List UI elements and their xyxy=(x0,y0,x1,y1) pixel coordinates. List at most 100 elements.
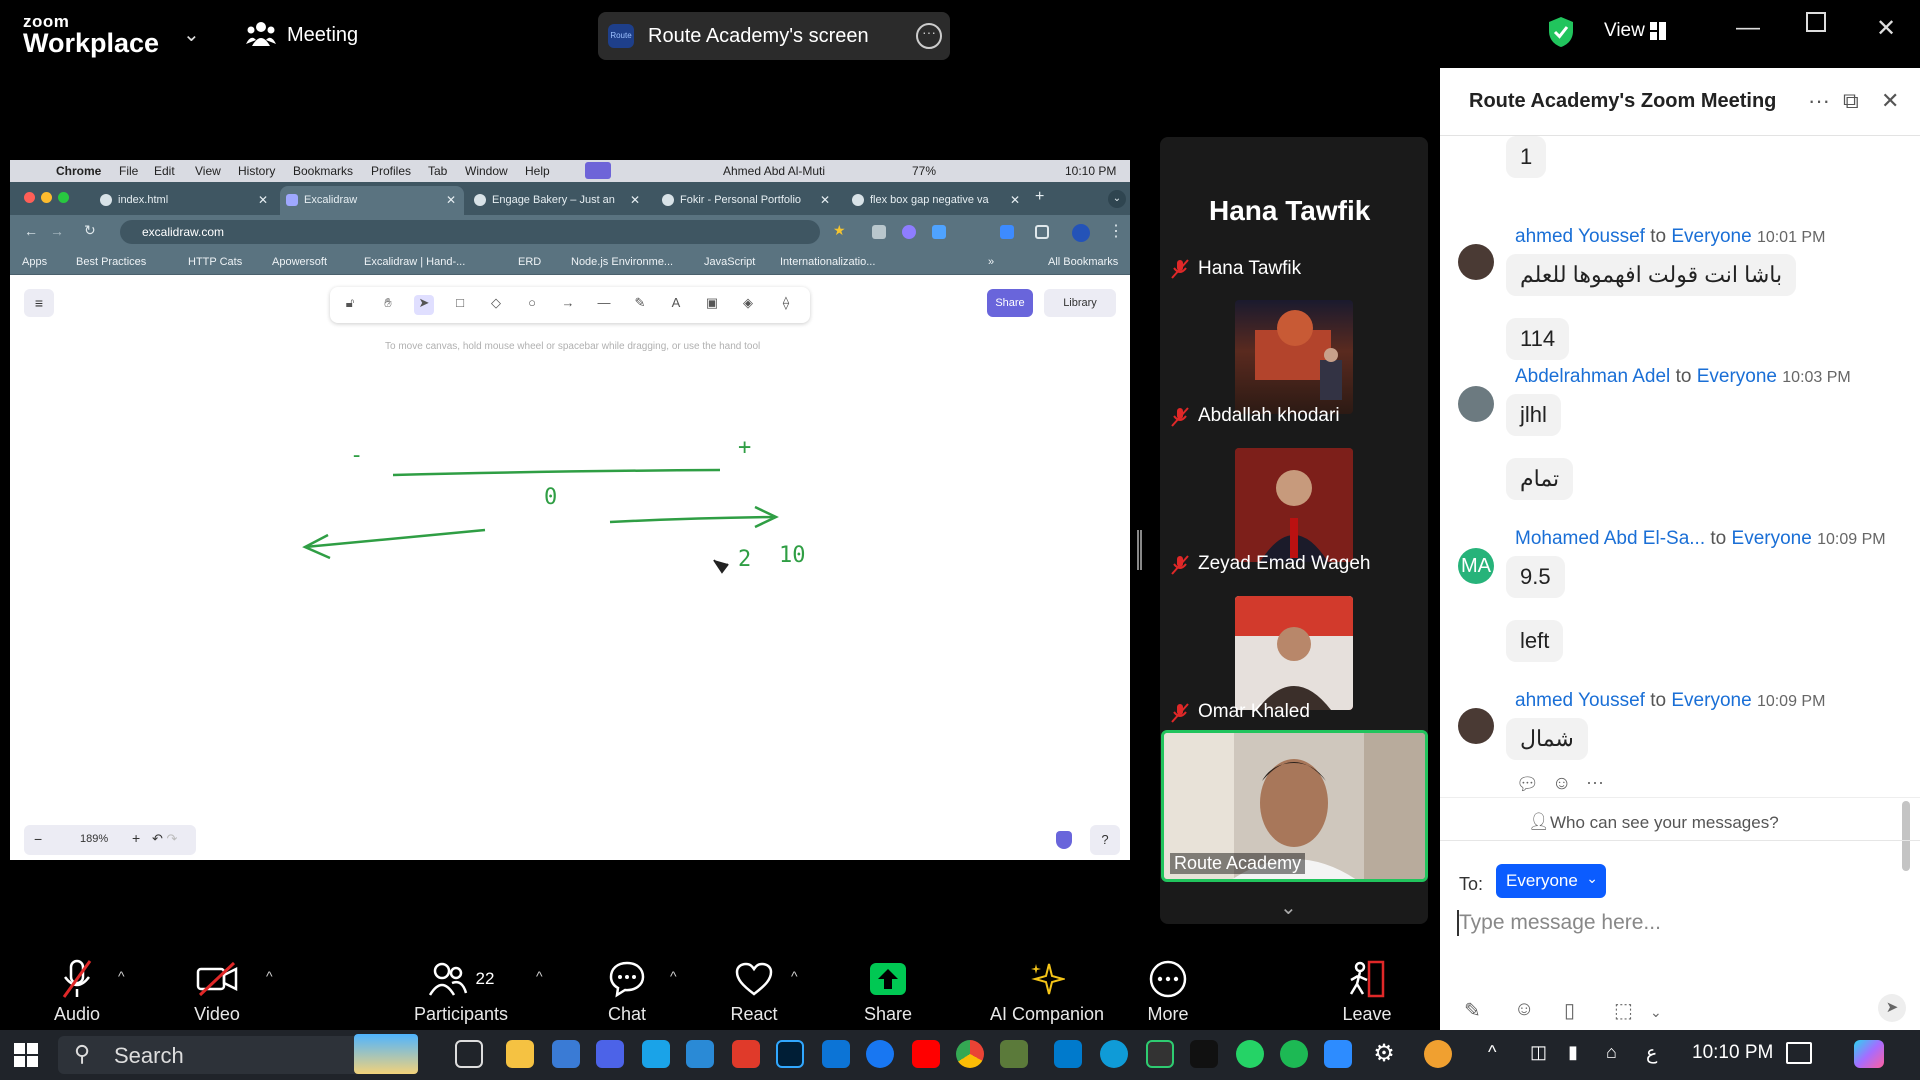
leave-button[interactable]: Leave xyxy=(1307,948,1427,1025)
participant-video[interactable] xyxy=(1235,596,1353,710)
view-menu[interactable]: View xyxy=(1604,20,1645,42)
excalidraw-canvas[interactable]: ≡ 🔓︎ ✋︎ ➤ □ ◇ ○ → — ✎ A ▣ ◈ ⟠ To move ca… xyxy=(10,275,1130,860)
undo-icon[interactable]: ↶ xyxy=(152,831,163,846)
taskbar-clock[interactable]: 10:10 PM xyxy=(1692,1042,1773,1064)
mac-zoom-dot[interactable] xyxy=(58,192,69,203)
app-icon[interactable] xyxy=(822,1040,850,1068)
chat-options-caret[interactable]: ^ xyxy=(670,968,677,984)
chevron-up-icon[interactable]: ^ xyxy=(1488,1042,1496,1063)
redo-icon[interactable]: ↷ xyxy=(167,831,178,846)
tab-search-icon[interactable]: ⌄ xyxy=(1108,190,1126,208)
ai-companion-button[interactable]: AI Companion xyxy=(972,948,1122,1025)
mic-icon[interactable]: ▮ xyxy=(1568,1042,1578,1063)
spotify-icon[interactable] xyxy=(1280,1040,1308,1068)
share-screen-button[interactable]: Share xyxy=(828,948,948,1025)
splitter-handle[interactable] xyxy=(1137,530,1142,570)
app-icon[interactable] xyxy=(1000,1040,1028,1068)
settings-gear-icon[interactable]: ⚙ xyxy=(1370,1040,1398,1068)
bookmark[interactable]: Best Practices xyxy=(76,256,146,268)
close-icon[interactable]: ✕ xyxy=(1881,88,1899,114)
audio-options-caret[interactable]: ^ xyxy=(118,968,125,984)
app-icon[interactable] xyxy=(596,1040,624,1068)
new-tab-icon[interactable]: + xyxy=(1035,188,1044,206)
zoom-taskbar-icon[interactable] xyxy=(1324,1040,1352,1068)
bookmark[interactable]: Excalidraw | Hand-... xyxy=(364,256,465,268)
sender-name[interactable]: ahmed Youssef xyxy=(1515,226,1645,247)
bookmark[interactable]: JavaScript xyxy=(704,256,755,268)
vscode-icon[interactable] xyxy=(1054,1040,1082,1068)
message-input[interactable]: Type message here... xyxy=(1459,911,1661,935)
extension-icon[interactable] xyxy=(1000,225,1014,239)
network-icon[interactable]: ⌂ xyxy=(1606,1042,1617,1063)
extension-icon[interactable] xyxy=(932,225,946,239)
help-icon[interactable]: ? xyxy=(1090,825,1120,855)
sender-name[interactable]: Abdelrahman Adel xyxy=(1515,366,1670,387)
chrome-icon[interactable] xyxy=(956,1040,984,1068)
close-icon[interactable]: ✕ xyxy=(1876,14,1896,43)
close-tab-icon[interactable]: ✕ xyxy=(1010,193,1020,207)
shared-screen-indicator[interactable]: Route Route Academy's screen ··· xyxy=(598,12,950,60)
more-bookmarks-icon[interactable]: » xyxy=(988,256,994,268)
app-icon[interactable] xyxy=(686,1040,714,1068)
close-tab-icon[interactable]: ✕ xyxy=(820,193,830,207)
add-reaction-icon[interactable]: ☺ xyxy=(1552,773,1571,795)
zoom-out-icon[interactable]: − xyxy=(34,831,42,847)
store-icon[interactable] xyxy=(552,1040,580,1068)
browser-menu-icon[interactable]: ⋮ xyxy=(1108,221,1124,241)
mac-close-dot[interactable] xyxy=(24,192,35,203)
emoji-icon[interactable]: ☺ xyxy=(1514,998,1534,1021)
facebook-icon[interactable] xyxy=(866,1040,894,1068)
bookmark[interactable]: Internationalizatio... xyxy=(780,256,875,268)
whatsapp-icon[interactable] xyxy=(1236,1040,1264,1068)
mac-minimize-dot[interactable] xyxy=(41,192,52,203)
restore-icon[interactable] xyxy=(1806,12,1826,32)
more-options-icon[interactable]: ··· xyxy=(916,23,942,49)
camera-icon[interactable]: ◫ xyxy=(1530,1042,1547,1063)
active-speaker-video[interactable]: Route Academy xyxy=(1161,730,1428,882)
browser-tab[interactable]: Fokir - Personal Portfolio ✕ xyxy=(656,186,838,215)
taskbar-search-box[interactable]: ⚲ Search xyxy=(58,1034,418,1074)
sender-name[interactable]: ahmed Youssef xyxy=(1515,690,1645,711)
notifications-icon[interactable] xyxy=(1786,1042,1812,1064)
chat-button[interactable]: Chat xyxy=(567,948,687,1025)
photoshop-icon[interactable] xyxy=(776,1040,804,1068)
send-icon[interactable]: ➤ xyxy=(1878,994,1906,1022)
more-options-icon[interactable]: ··· xyxy=(1808,88,1830,114)
reply-icon[interactable]: 💬︎ xyxy=(1516,774,1539,795)
url-field[interactable]: excalidraw.com xyxy=(120,220,820,244)
pop-out-icon[interactable]: ⧉ xyxy=(1843,88,1859,114)
browser-tab-active[interactable]: Excalidraw ✕ xyxy=(280,186,464,215)
bookmark[interactable]: Node.js Environme... xyxy=(571,256,673,268)
pdf-icon[interactable] xyxy=(732,1040,760,1068)
recipient-dropdown[interactable]: Everyone ⌄ xyxy=(1496,864,1606,898)
security-shield-icon[interactable] xyxy=(1547,16,1575,48)
bookmark[interactable]: Apowersoft xyxy=(272,256,327,268)
participant-video[interactable] xyxy=(1235,448,1353,562)
shield-check-icon[interactable] xyxy=(1056,831,1072,849)
video-button[interactable]: Video xyxy=(157,948,277,1025)
react-options-caret[interactable]: ^ xyxy=(791,968,798,984)
back-arrow-icon[interactable]: ← xyxy=(24,223,38,239)
weather-icon[interactable] xyxy=(1424,1040,1452,1068)
more-actions-icon[interactable]: ··· xyxy=(1586,772,1604,793)
grid-view-icon[interactable] xyxy=(1650,22,1666,40)
screenshot-icon[interactable]: ⬚ xyxy=(1614,998,1633,1023)
all-bookmarks[interactable]: All Bookmarks xyxy=(1048,256,1118,268)
close-tab-icon[interactable]: ✕ xyxy=(630,193,640,207)
app-icon[interactable] xyxy=(642,1040,670,1068)
profile-avatar[interactable] xyxy=(1072,224,1090,242)
reload-icon[interactable]: ↻ xyxy=(84,222,96,239)
react-button[interactable]: React xyxy=(694,948,814,1025)
chat-scrollbar[interactable] xyxy=(1902,801,1910,871)
bookmark-apps[interactable]: Apps xyxy=(22,256,47,268)
more-button[interactable]: More xyxy=(1108,948,1228,1025)
who-can-see-link[interactable]: Who can see your messages? xyxy=(1550,813,1779,833)
task-view-icon[interactable] xyxy=(455,1040,483,1068)
youtube-icon[interactable] xyxy=(912,1040,940,1068)
extension-icon[interactable] xyxy=(902,225,916,239)
browser-tab[interactable]: flex box gap negative va ✕ xyxy=(846,186,1028,215)
extensions-puzzle-icon[interactable] xyxy=(1035,225,1049,239)
video-options-caret[interactable]: ^ xyxy=(266,968,273,984)
app-icon[interactable] xyxy=(1146,1040,1174,1068)
format-text-icon[interactable]: ✎ xyxy=(1464,998,1481,1023)
